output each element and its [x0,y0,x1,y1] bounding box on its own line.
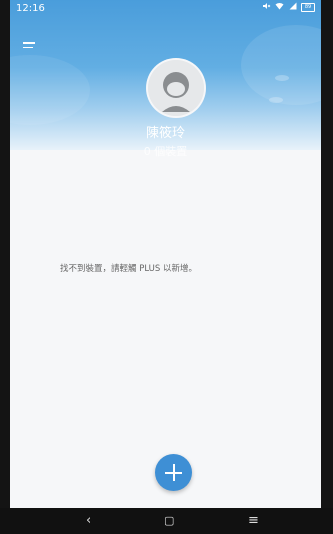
mute-icon [262,2,271,13]
decor-dot [275,75,289,81]
menu-icon[interactable] [23,42,37,52]
avatar[interactable] [146,58,206,118]
profile-header: 12:16 89 陳筱玲 [10,0,321,150]
decor-blob [241,25,321,105]
back-icon[interactable]: ‹ [86,513,91,528]
app-screen: 12:16 89 陳筱玲 0 個裝置 找不到裝置，請輕觸 PLUS 以新增。 [10,0,321,534]
signal-icon [288,2,297,13]
empty-state-message: 找不到裝置，請輕觸 PLUS 以新增。 [60,264,197,274]
battery-icon: 89 [301,3,315,12]
status-icons: 89 [262,2,315,13]
decor-blob [10,55,90,125]
system-nav-bar: ‹ ▢ ≡ [0,508,333,534]
right-bezel [321,0,333,534]
status-time: 12:16 [16,3,45,14]
status-bar: 12:16 89 [10,0,321,18]
home-icon[interactable]: ▢ [164,514,174,527]
recents-icon[interactable]: ≡ [248,513,259,528]
decor-dot [269,97,283,103]
wifi-icon [275,2,284,13]
profile-name: 陳筱玲 [145,126,185,141]
device-count: 0 個裝置 [143,145,188,158]
add-device-button[interactable] [155,454,192,491]
left-bezel [0,0,10,534]
